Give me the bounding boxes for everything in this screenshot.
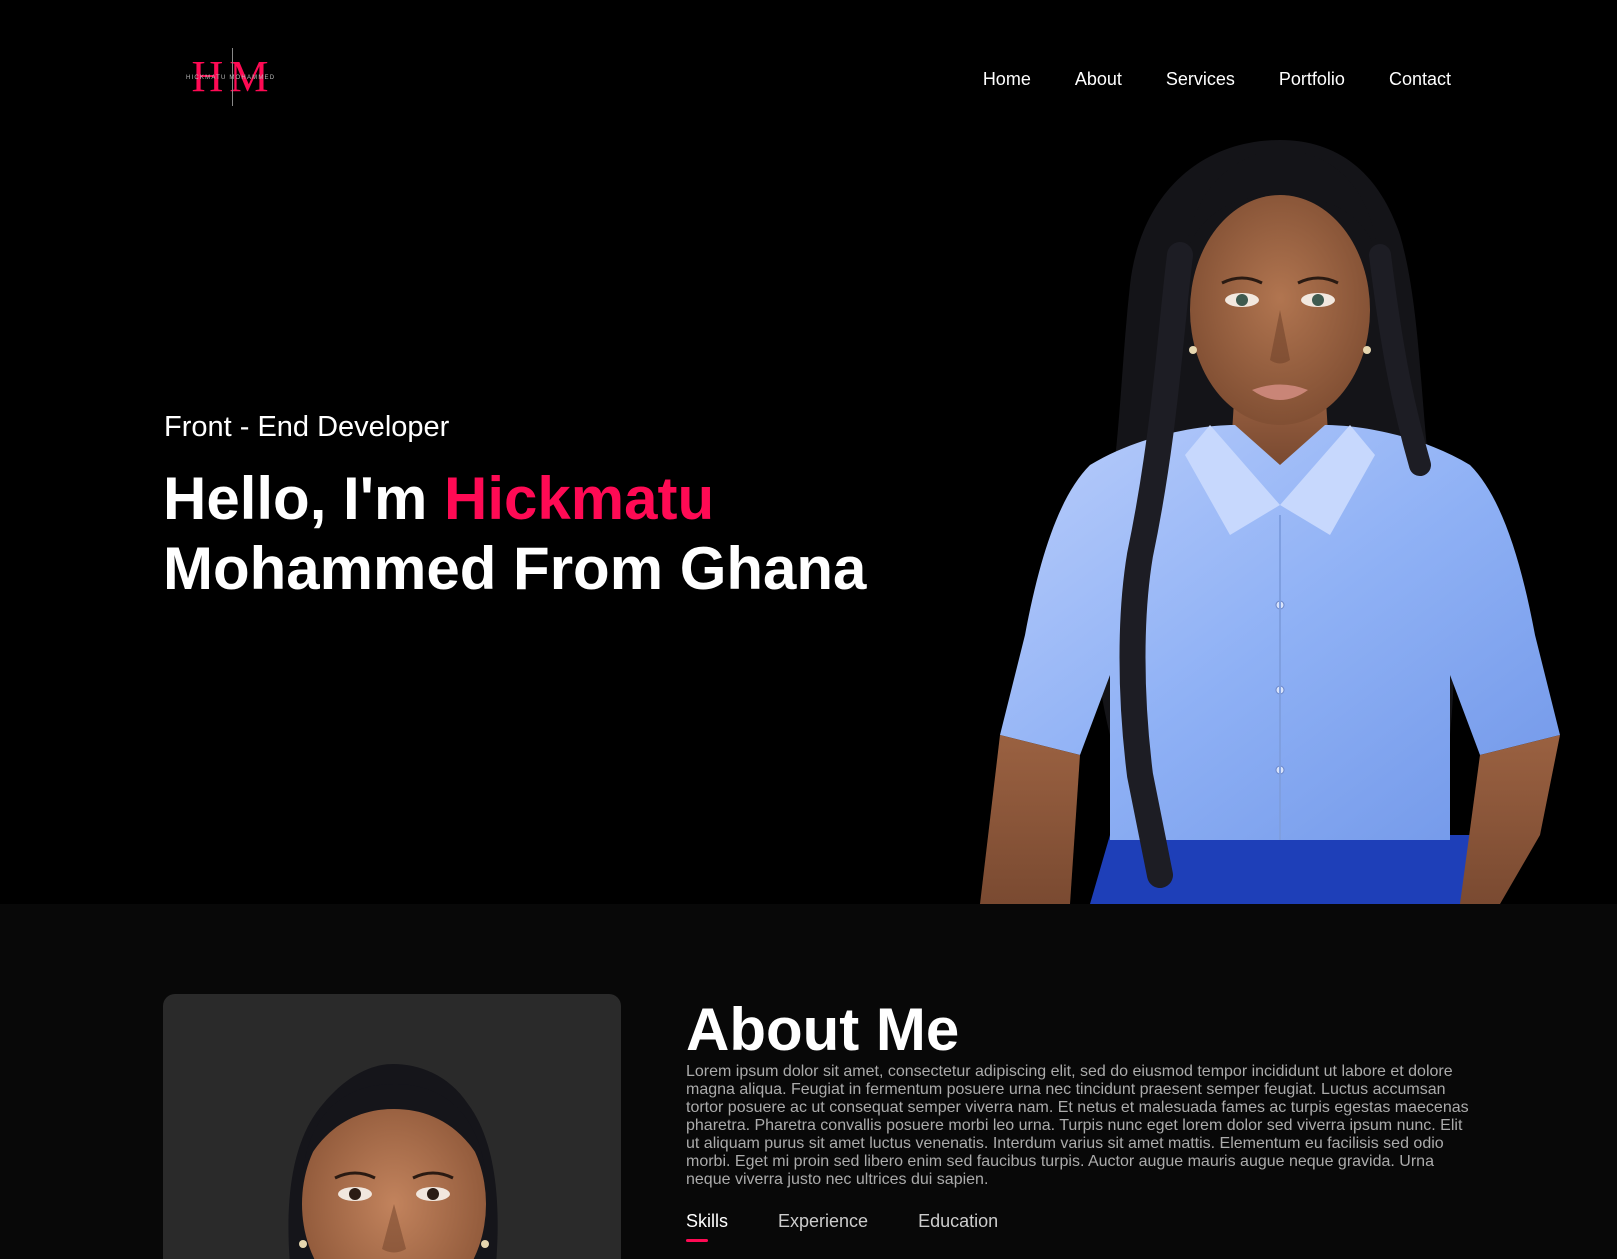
tab-skills[interactable]: Skills [686,1210,729,1242]
nav-item-about[interactable]: About [1075,68,1122,90]
about-profile-photo-card [163,994,621,1259]
about-tabs: Skills Experience Education [686,1210,998,1242]
profile-photo-image [288,1064,498,1259]
active-tab-indicator [686,1239,708,1242]
logo-subtext: HICKMATU MOHAMMED [186,75,276,81]
nav-item-portfolio[interactable]: Portfolio [1279,68,1345,90]
about-body-text: Lorem ipsum dolor sit amet, consectetur … [686,1063,1469,1188]
nav-item-contact[interactable]: Contact [1389,68,1451,90]
about-section: About Me Lorem ipsum dolor sit amet, con… [0,904,1617,1259]
main-nav: Home About Services Portfolio Contact [983,68,1451,90]
hero-title: Hello, I'm Hickmatu Mohammed From Ghana [163,464,923,604]
tab-experience[interactable]: Experience [778,1210,868,1240]
tab-education[interactable]: Education [918,1210,998,1240]
site-logo[interactable]: HM HICKMATU MOHAMMED [180,46,286,108]
about-heading: About Me [686,996,960,1063]
hero-portrait-image [980,140,1560,904]
hero-title-name: Hickmatu [444,465,715,532]
tab-skills-label: Skills [686,1211,729,1231]
hero-title-prefix: Hello, I'm [163,465,444,532]
hero-subtitle: Front - End Developer [164,411,450,443]
nav-item-home[interactable]: Home [983,68,1031,90]
tab-education-label: Education [918,1211,999,1231]
nav-item-services[interactable]: Services [1166,68,1235,90]
hero-section: HM HICKMATU MOHAMMED Home About Services… [0,0,1617,904]
tab-experience-label: Experience [778,1211,869,1231]
hero-title-suffix: Mohammed From Ghana [163,535,867,602]
